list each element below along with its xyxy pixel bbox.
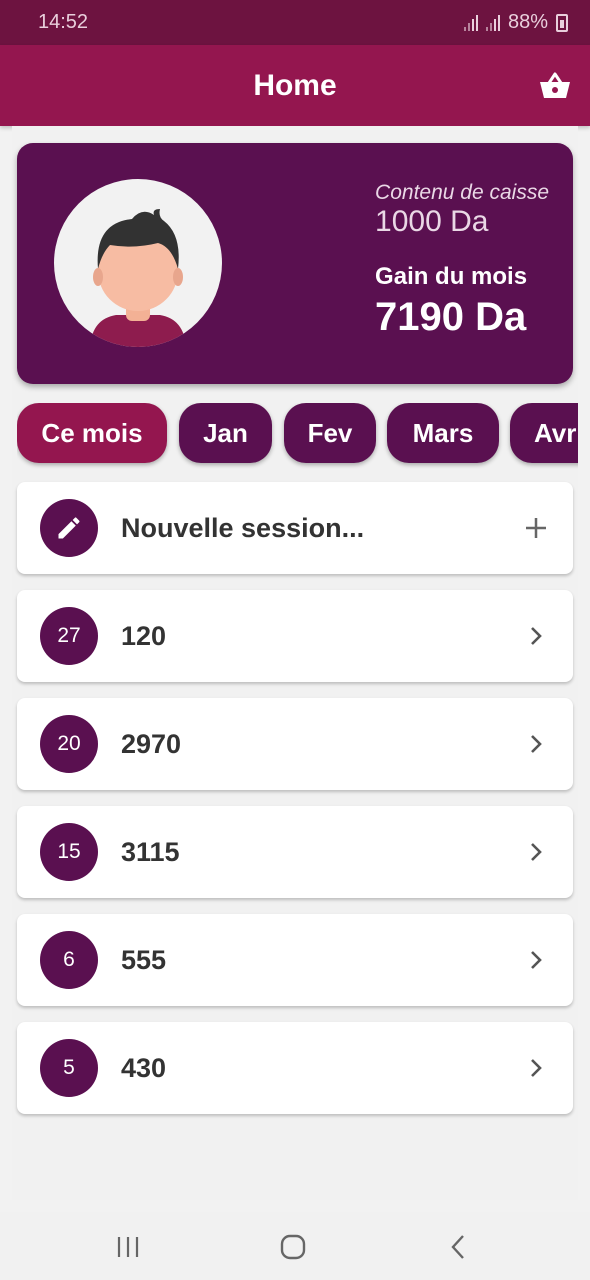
month-chip-ce-mois[interactable]: Ce mois [17,403,167,463]
caisse-label: Contenu de caisse [375,181,549,204]
home-icon [280,1234,306,1260]
session-day-badge: 15 [40,823,98,881]
recent-apps-icon [117,1237,139,1257]
pencil-icon [58,517,80,539]
session-day-badge: 20 [40,715,98,773]
session-amount: 555 [121,944,167,975]
chevron-right-icon [521,1053,551,1083]
month-filter: Ce mois Jan Fev Mars Avr [17,403,578,469]
home-button[interactable] [273,1232,313,1262]
plus-icon [526,518,546,538]
month-chip-mars[interactable]: Mars [387,403,499,463]
chevron-right-icon [521,621,551,651]
gain-label: Gain du mois [375,263,528,290]
session-day-badge: 27 [40,607,98,665]
month-chip-fev[interactable]: Fev [284,403,376,463]
back-icon [451,1235,464,1259]
caisse-value: 1000 Da [375,205,489,238]
session-amount: 2970 [121,728,182,759]
month-chip-jan[interactable]: Jan [179,403,272,463]
session-amount: 430 [121,1052,167,1083]
new-session-label: Nouvelle session... [121,512,365,543]
new-session-avatar [40,499,98,557]
session-amount: 3115 [121,836,180,867]
battery-icon [556,13,568,32]
status-indicators: 88% [463,11,568,34]
chevron-right-icon [521,729,551,759]
session-row[interactable]: 27 120 [17,590,573,682]
app-bar: Home [0,45,590,126]
recent-apps-button[interactable] [108,1232,148,1262]
session-amount: 120 [121,620,167,651]
profile-card: Contenu de caisse 1000 Da Gain du mois 7… [17,143,573,384]
cash-info: Contenu de caisse 1000 Da Gain du mois 7… [375,181,549,340]
cart-button[interactable] [538,69,572,103]
gain-value: 7190 Da [375,295,527,339]
status-bar: 14:52 88% [0,0,590,45]
content-area: Contenu de caisse 1000 Da Gain du mois 7… [12,126,578,1200]
system-nav-bar [0,1212,590,1280]
add-session-button[interactable] [521,513,551,543]
signal-icon-2 [485,14,500,31]
shopping-basket-icon [540,72,570,98]
chevron-right-icon [521,837,551,867]
session-row[interactable]: 5 430 [17,1022,573,1114]
new-session-card[interactable]: Nouvelle session... [17,482,573,574]
page-title: Home [253,68,337,102]
user-avatar-icon [90,209,186,347]
signal-icon [463,14,478,31]
session-day-badge: 5 [40,1039,98,1097]
back-button[interactable] [438,1232,478,1262]
chevron-right-icon [521,945,551,975]
session-day-badge: 6 [40,931,98,989]
battery-percent: 88% [507,11,548,33]
session-row[interactable]: 6 555 [17,914,573,1006]
avatar [54,179,222,347]
status-time: 14:52 [38,11,89,33]
session-row[interactable]: 15 3115 [17,806,573,898]
month-chip-avr[interactable]: Avr [510,403,578,463]
session-row[interactable]: 20 2970 [17,698,573,790]
